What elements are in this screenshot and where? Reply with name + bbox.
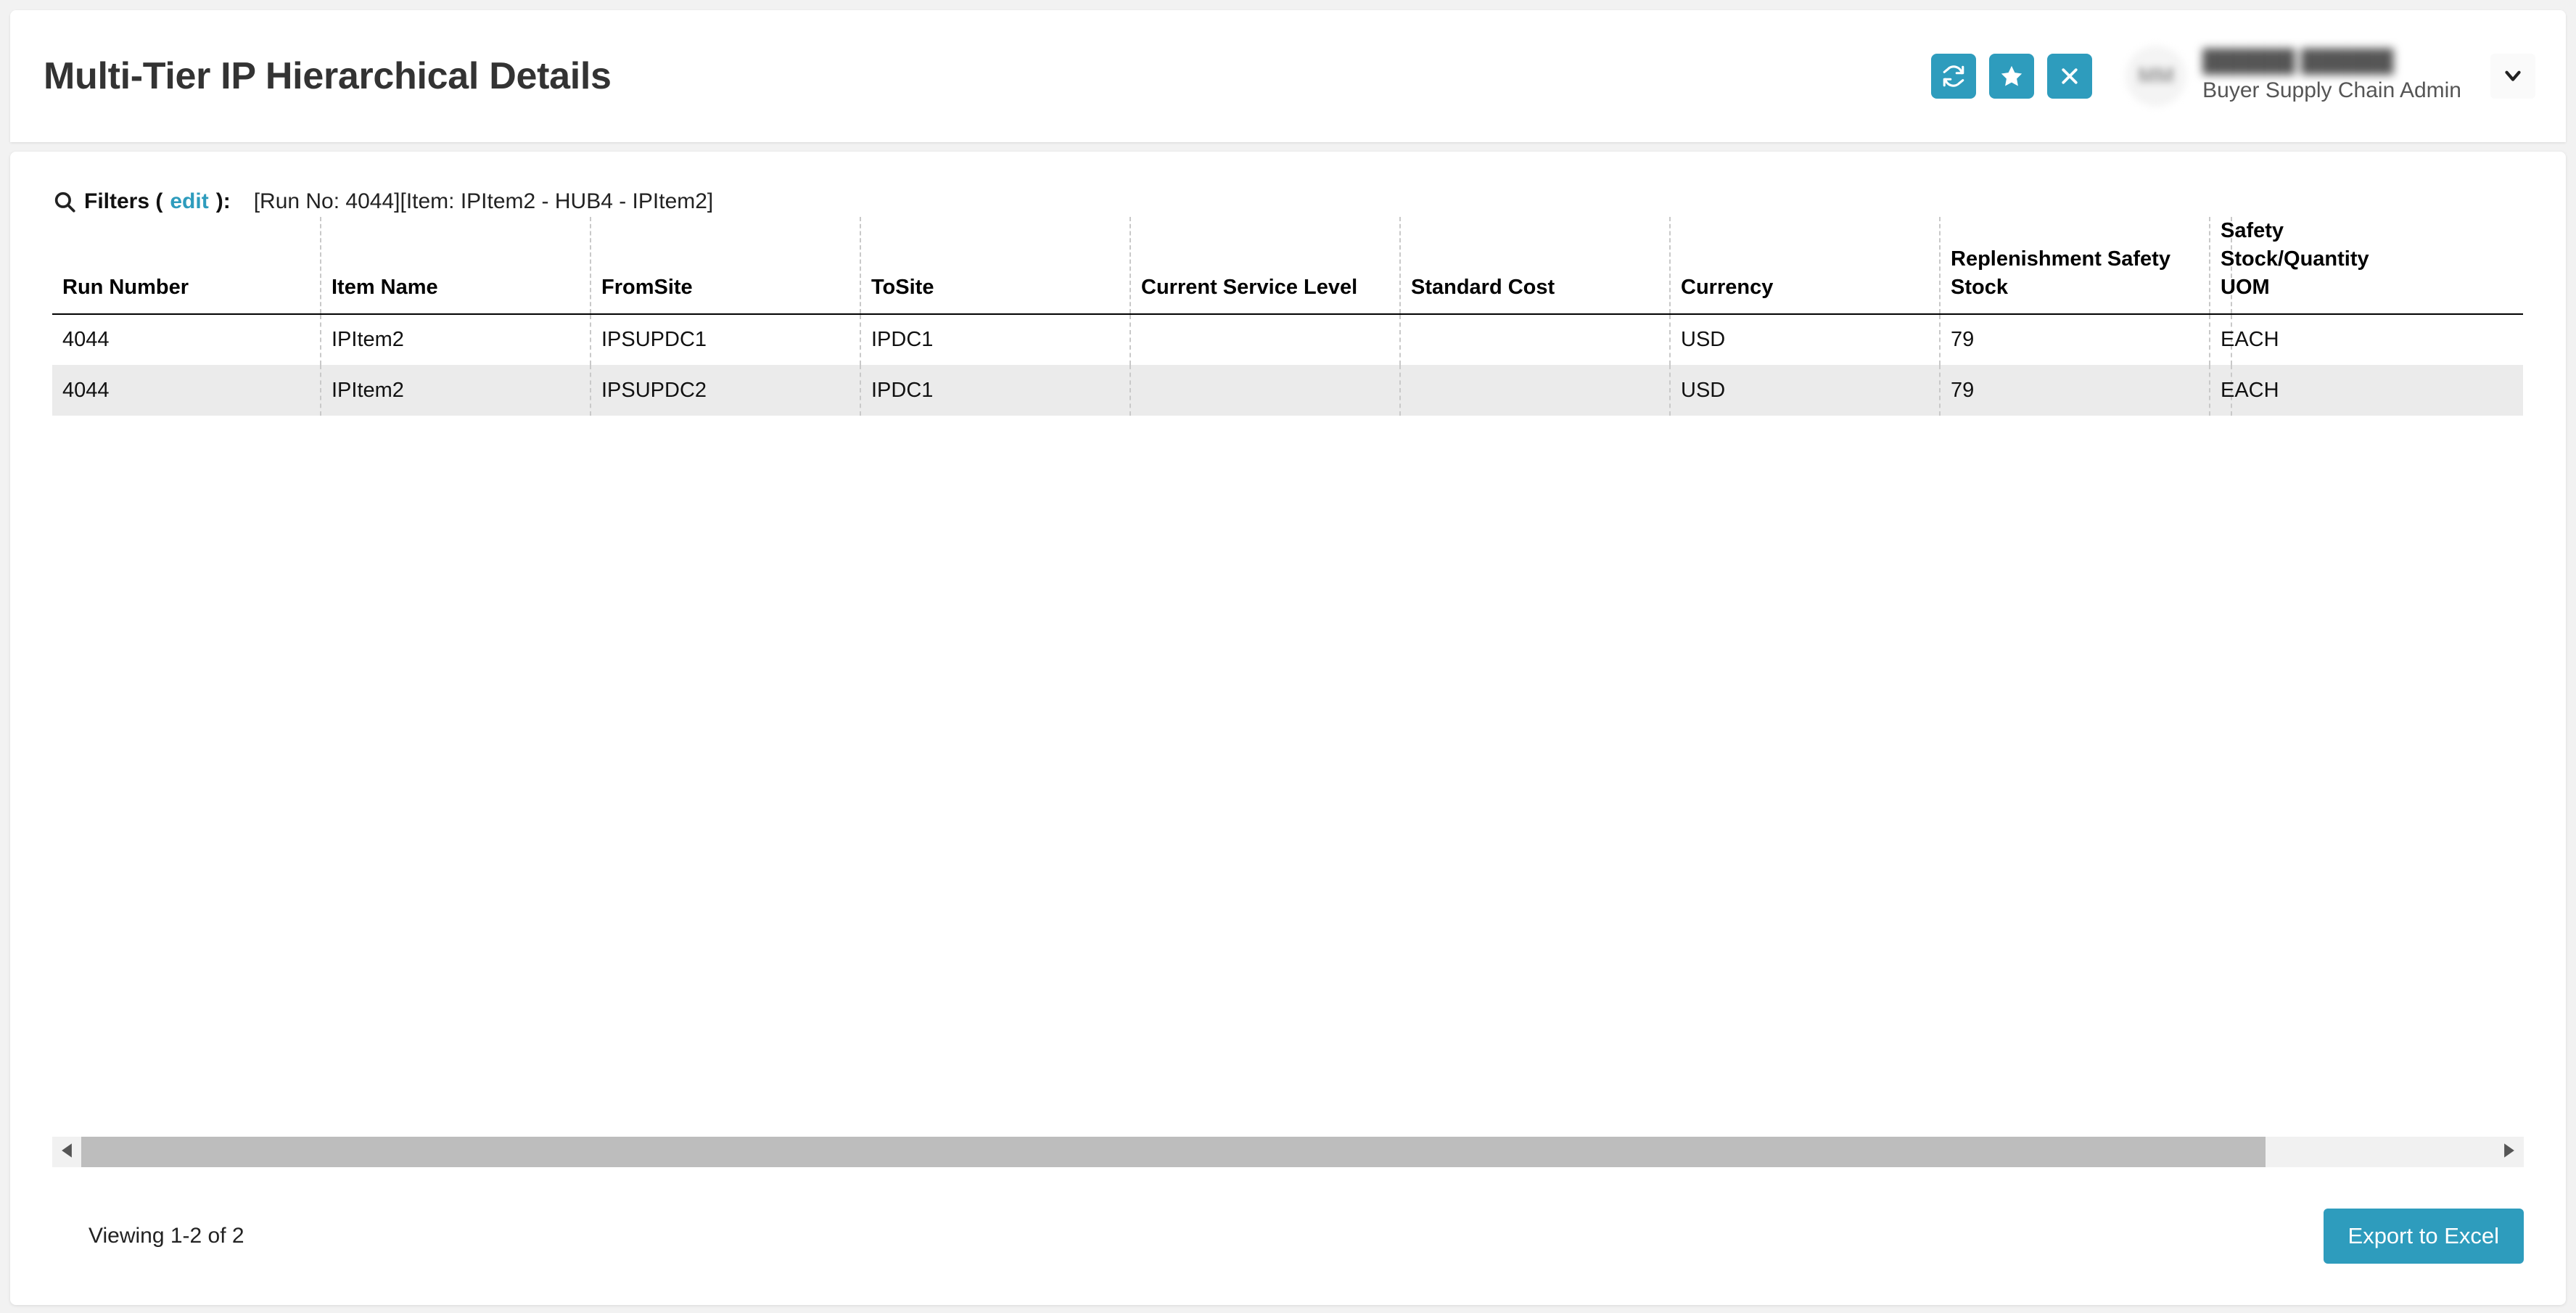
cell-item-name: IPItem2	[321, 365, 590, 416]
scrollbar-thumb[interactable]	[81, 1137, 2266, 1167]
cell-replenishment-safety-stock: 79	[1940, 314, 2210, 365]
column-header-run-number[interactable]: Run Number	[52, 217, 321, 314]
filters-label: Filters (	[84, 189, 162, 214]
filters-bar: Filters ( edit ): [Run No: 4044][Item: I…	[10, 152, 2566, 217]
cell-currency: USD	[1670, 365, 1940, 416]
column-header-standard-cost[interactable]: Standard Cost	[1400, 217, 1670, 314]
filters-value: [Run No: 4044][Item: IPItem2 - HUB4 - IP…	[254, 189, 714, 214]
cell-current-service-level	[1130, 314, 1400, 365]
cell-to-site: IPDC1	[860, 314, 1130, 365]
details-table: Run Number Item Name FromSite ToSite Cur…	[52, 217, 2524, 416]
table-header: Run Number Item Name FromSite ToSite Cur…	[52, 217, 2524, 314]
cell-standard-cost	[1400, 365, 1670, 416]
refresh-icon	[1941, 64, 1966, 89]
cell-safety-stock-quantity-uom: EACH	[2210, 314, 2231, 365]
chevron-down-icon	[2501, 63, 2525, 90]
cell-replenishment-safety-stock: 79	[1940, 365, 2210, 416]
header-actions: MM ██████ ██████ Buyer Supply Chain Admi…	[1931, 46, 2535, 107]
cell-run-number: 4044	[52, 365, 321, 416]
table-footer: Viewing 1-2 of 2 Export to Excel	[10, 1167, 2566, 1305]
favorite-button[interactable]	[1989, 54, 2034, 99]
export-to-excel-button[interactable]: Export to Excel	[2324, 1209, 2524, 1264]
column-header-safety-stock-quantity-uom[interactable]: Safety Stock/Quantity UOM	[2210, 217, 2231, 314]
cell-from-site: IPSUPDC2	[590, 365, 860, 416]
cell-run-number: 4044	[52, 314, 321, 365]
cell-to-site: IPDC1	[860, 365, 1130, 416]
column-header-item-name[interactable]: Item Name	[321, 217, 590, 314]
table-body: 4044 IPItem2 IPSUPDC1 IPDC1 USD 79 EACH	[52, 314, 2524, 416]
table-container: Run Number Item Name FromSite ToSite Cur…	[10, 217, 2566, 1137]
table-scroll-region[interactable]: Run Number Item Name FromSite ToSite Cur…	[52, 217, 2524, 1137]
scroll-left-button[interactable]	[52, 1137, 81, 1167]
refresh-button[interactable]	[1931, 54, 1976, 99]
cell-standard-cost	[1400, 314, 1670, 365]
user-menu[interactable]: MM ██████ ██████ Buyer Supply Chain Admi…	[2126, 46, 2461, 107]
cell-item-name: IPItem2	[321, 314, 590, 365]
page-header: Multi-Tier IP Hierarchical Details	[10, 10, 2566, 142]
search-icon	[52, 189, 77, 214]
chevron-left-icon	[60, 1143, 73, 1162]
main-panel: Filters ( edit ): [Run No: 4044][Item: I…	[10, 152, 2566, 1305]
chevron-right-icon	[2503, 1143, 2516, 1162]
avatar: MM	[2126, 46, 2186, 107]
user-role: Buyer Supply Chain Admin	[2202, 78, 2461, 103]
filters-label-end: ):	[216, 189, 231, 214]
page-title: Multi-Tier IP Hierarchical Details	[44, 54, 612, 98]
close-icon	[2059, 65, 2081, 87]
table-row[interactable]: 4044 IPItem2 IPSUPDC2 IPDC1 USD 79 EACH	[52, 365, 2524, 416]
column-header-replenishment-safety-stock[interactable]: Replenishment Safety Stock	[1940, 217, 2210, 314]
column-header-from-site[interactable]: FromSite	[590, 217, 860, 314]
user-dropdown-toggle[interactable]	[2490, 54, 2535, 99]
user-text: ██████ ██████ Buyer Supply Chain Admin	[2202, 49, 2461, 103]
column-header-currency[interactable]: Currency	[1670, 217, 1940, 314]
column-header-current-service-level[interactable]: Current Service Level	[1130, 217, 1400, 314]
scroll-right-button[interactable]	[2495, 1137, 2524, 1167]
column-header-to-site[interactable]: ToSite	[860, 217, 1130, 314]
cell-from-site: IPSUPDC1	[590, 314, 860, 365]
cell-safety-stock-quantity-uom: EACH	[2210, 365, 2231, 416]
viewing-count: Viewing 1-2 of 2	[89, 1224, 244, 1248]
table-header-row: Run Number Item Name FromSite ToSite Cur…	[52, 217, 2524, 314]
star-icon	[1999, 64, 2024, 89]
filters-edit-link[interactable]: edit	[170, 189, 208, 214]
horizontal-scrollbar[interactable]	[52, 1137, 2524, 1167]
app-viewport: Multi-Tier IP Hierarchical Details	[0, 0, 2576, 1313]
user-name: ██████ ██████	[2202, 49, 2461, 74]
header-button-group	[1931, 54, 2092, 99]
scrollbar-track[interactable]	[81, 1137, 2495, 1167]
cell-currency: USD	[1670, 314, 1940, 365]
cell-current-service-level	[1130, 365, 1400, 416]
table-row[interactable]: 4044 IPItem2 IPSUPDC1 IPDC1 USD 79 EACH	[52, 314, 2524, 365]
close-button[interactable]	[2047, 54, 2092, 99]
